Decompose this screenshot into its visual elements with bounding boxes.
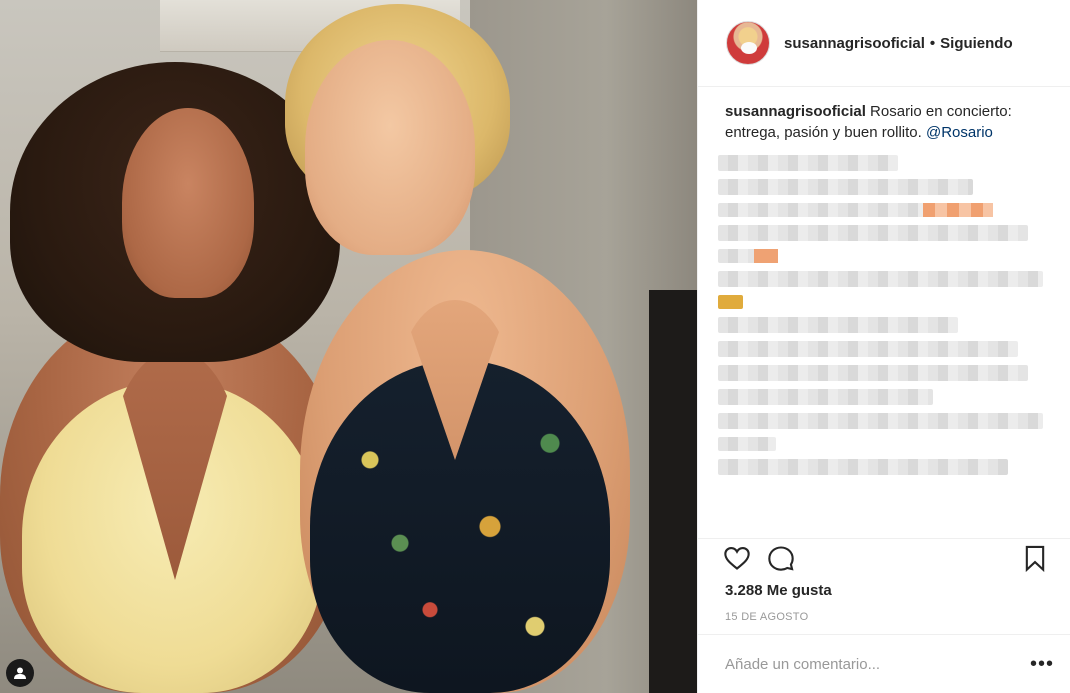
blurred-line [718, 203, 993, 217]
blurred-comments [698, 155, 1070, 475]
header-separator: • [929, 34, 936, 52]
comment-bar: Añade un comentario... ••• [698, 634, 1070, 693]
blurred-line [718, 389, 933, 405]
blurred-emoji [923, 203, 993, 217]
comment-icon[interactable] [766, 543, 796, 573]
blurred-line [718, 317, 958, 333]
person-right-face [305, 40, 475, 255]
blurred-line [718, 155, 898, 171]
blurred-line [718, 341, 1018, 357]
photo-background-shadow [649, 290, 697, 693]
heart-icon[interactable] [722, 543, 752, 573]
post-photo[interactable] [0, 0, 697, 693]
like-count[interactable]: 3.288 Me gusta [725, 582, 832, 599]
blurred-line [718, 179, 973, 195]
blurred-line [718, 225, 1028, 241]
blurred-emoji [754, 249, 778, 263]
bookmark-icon[interactable] [1020, 543, 1050, 573]
tagged-users-icon[interactable] [6, 659, 34, 687]
blurred-line [718, 365, 1028, 381]
post-header: susannagrisooficial • Siguiendo [698, 0, 1070, 87]
blurred-line [718, 459, 1008, 475]
post-date: 15 DE AGOSTO [725, 611, 809, 623]
post-caption: susannagrisooficial Rosario en concierto… [698, 87, 1070, 143]
action-bar [698, 538, 1070, 576]
header-username[interactable]: susannagrisooficial [784, 35, 925, 52]
instagram-post: susannagrisooficial • Siguiendo susannagri… [0, 0, 1070, 693]
blurred-line [718, 271, 1043, 287]
blurred-line [718, 413, 1043, 429]
blurred-emoji [718, 295, 743, 309]
more-options-icon[interactable]: ••• [1030, 653, 1054, 676]
header-text: susannagrisooficial • Siguiendo [784, 35, 1013, 52]
blurred-line [718, 437, 776, 451]
caption-mention[interactable]: @Rosario [926, 124, 993, 141]
person-left-face [122, 108, 254, 298]
follow-button[interactable]: Siguiendo [940, 35, 1013, 52]
post-sidebar: susannagrisooficial • Siguiendo susannagri… [697, 0, 1070, 693]
avatar[interactable] [726, 21, 770, 65]
caption-username[interactable]: susannagrisooficial [725, 103, 866, 120]
blurred-line [718, 249, 778, 263]
comment-input[interactable]: Añade un comentario... [725, 656, 1030, 673]
